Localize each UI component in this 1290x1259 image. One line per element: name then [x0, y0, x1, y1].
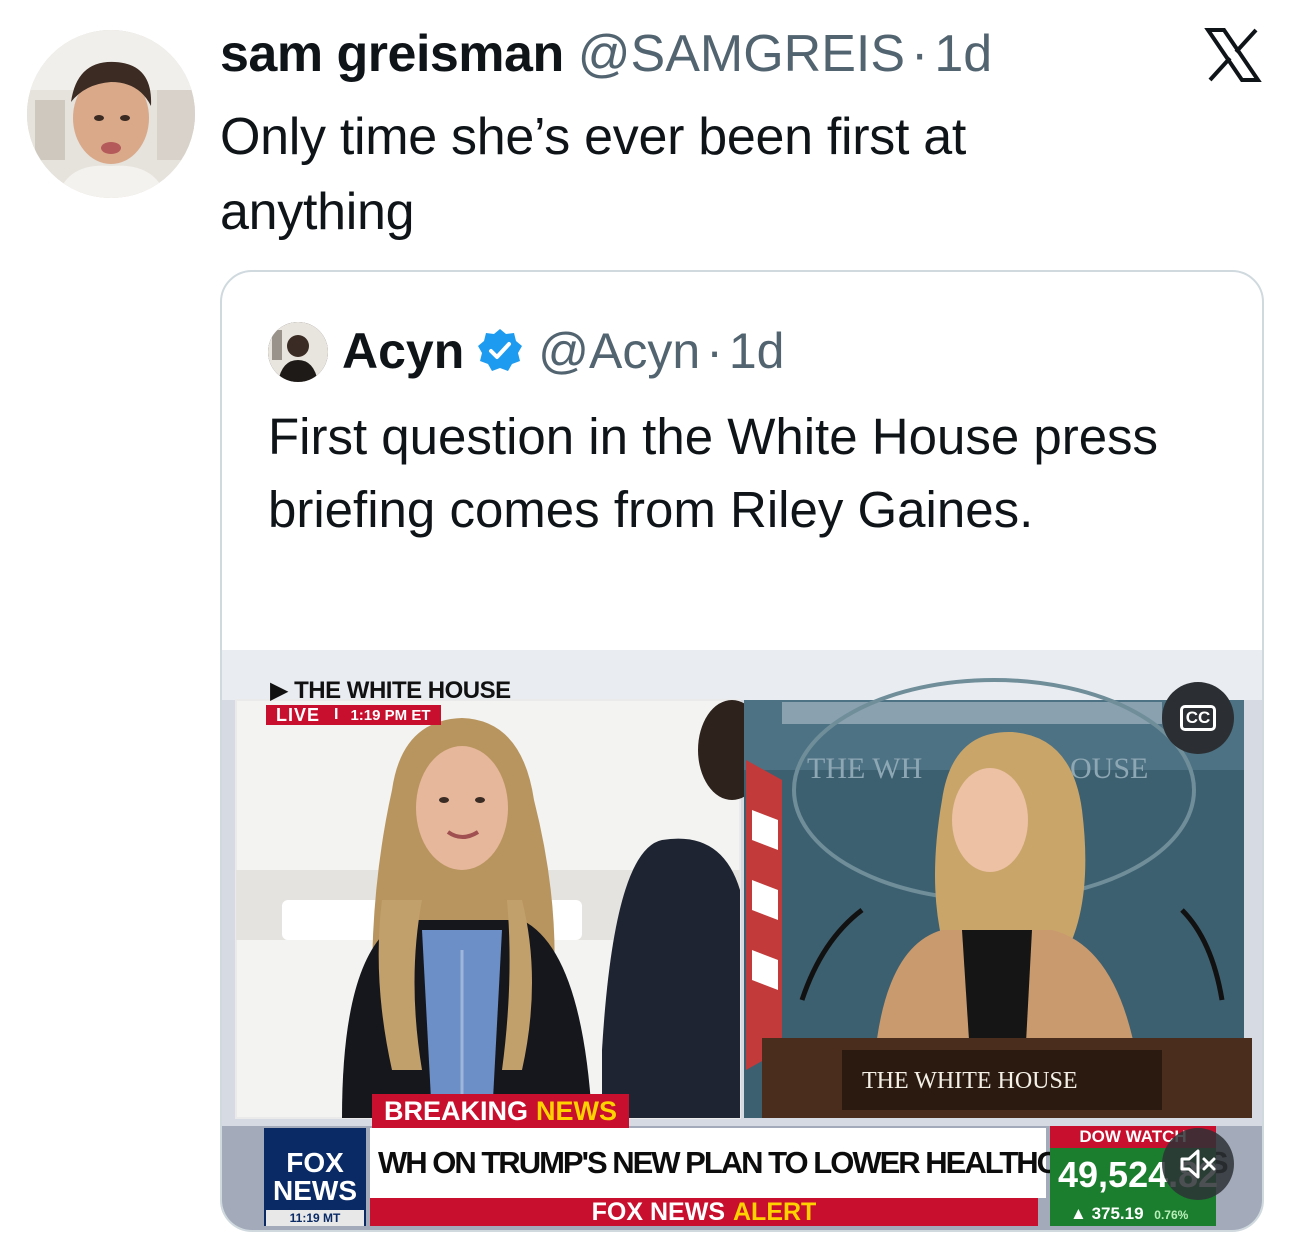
author-handle[interactable]: @SAMGREIS: [578, 22, 905, 86]
quoted-tweet-card[interactable]: Acyn @Acyn · 1d First question in the Wh…: [220, 270, 1264, 1232]
source-label: ▶ THE WHITE HOUSE: [270, 676, 511, 705]
volume-muted-icon: [1180, 1149, 1216, 1179]
news-headline: WH ON TRUMP'S NEW PLAN TO LOWER HEALTHCA…: [370, 1128, 1229, 1198]
closed-captions-icon: CC: [1179, 705, 1217, 731]
alert-word: ALERT: [733, 1197, 817, 1226]
network-logo-line1: FOX: [286, 1147, 344, 1178]
tweet-text: Only time she’s ever been first at anyth…: [220, 108, 967, 241]
live-indicator: LIVE I 1:19 PM ET: [266, 705, 441, 725]
tweet-header: sam greisman @SAMGREIS · 1d: [220, 22, 992, 86]
dow-change: ▲ 375.19 0.76%: [1050, 1202, 1216, 1226]
author-name[interactable]: sam greisman: [220, 22, 564, 86]
video-player[interactable]: THE WH OUSE THE WHITE HOUSE ▶ THE WHITE …: [222, 650, 1262, 1230]
source-label-text: THE WHITE HOUSE: [294, 677, 511, 704]
breaking-news-word: NEWS: [536, 1095, 618, 1126]
mute-button[interactable]: [1162, 1128, 1234, 1200]
alert-network: FOX NEWS: [591, 1197, 725, 1226]
quoted-author-handle[interactable]: @Acyn: [538, 322, 700, 380]
network-time: 11:19 MT: [266, 1210, 364, 1226]
author-avatar[interactable]: [27, 30, 195, 198]
dow-change-value: 375.19: [1091, 1204, 1144, 1223]
x-logo-icon[interactable]: [1204, 26, 1262, 84]
breaking-news-banner: BREAKING NEWS: [372, 1094, 630, 1128]
separator-dot: ·: [911, 25, 929, 83]
quoted-author-avatar[interactable]: [268, 322, 328, 382]
live-time: 1:19 PM ET: [350, 706, 431, 724]
up-arrow-icon: ▲: [1070, 1204, 1087, 1223]
breaking-word: BREAKING: [384, 1095, 529, 1126]
news-alert-bar: FOX NEWS ALERT: [370, 1198, 1038, 1226]
verified-badge-icon: [478, 329, 523, 371]
quoted-author-name[interactable]: Acyn: [342, 322, 464, 380]
backdrop-text-left: THE WH: [807, 752, 922, 785]
network-logo-line2: NEWS: [273, 1175, 357, 1206]
podium-text: THE WHITE HOUSE: [862, 1068, 1078, 1094]
quoted-tweet-header: Acyn @Acyn · 1d: [342, 316, 784, 386]
live-word: LIVE: [276, 704, 321, 725]
tweet-timestamp[interactable]: 1d: [934, 22, 992, 86]
play-arrow-icon: ▶: [270, 677, 288, 704]
closed-captions-button[interactable]: CC: [1162, 682, 1234, 754]
quoted-tweet-timestamp[interactable]: 1d: [729, 322, 785, 380]
backdrop-text-right: OUSE: [1070, 752, 1148, 785]
separator-dot: ·: [706, 323, 723, 379]
dow-change-percent: 0.76%: [1154, 1208, 1189, 1222]
live-separator: I: [334, 706, 339, 723]
quoted-tweet-text: First question in the White House press …: [268, 408, 1159, 538]
